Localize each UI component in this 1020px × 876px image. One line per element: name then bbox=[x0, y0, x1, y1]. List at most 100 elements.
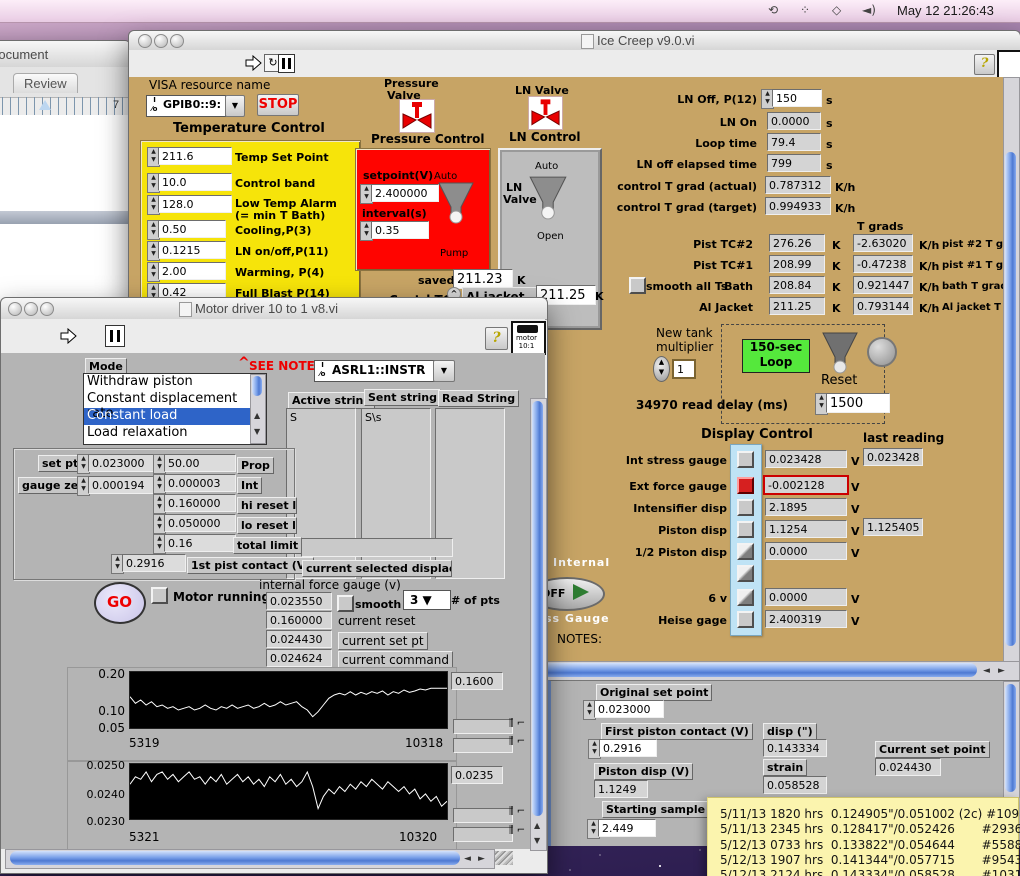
intensifier-button[interactable] bbox=[737, 499, 754, 516]
run-icon[interactable] bbox=[244, 55, 262, 71]
document-page[interactable] bbox=[0, 115, 130, 211]
dots-icon[interactable]: ⁘ bbox=[800, 3, 810, 17]
mode-item[interactable]: Withdraw piston bbox=[84, 374, 266, 391]
chart2-palette-icon[interactable]: ⫼ ⌐ bbox=[509, 806, 525, 817]
first-contact-value[interactable]: 0.2916 bbox=[599, 739, 657, 757]
six-v-button[interactable] bbox=[737, 589, 754, 606]
mode-list-scrollbar[interactable]: ▲ ▼ bbox=[250, 374, 266, 444]
motor-titlebar[interactable]: Motor driver 10 to 1 v8.vi bbox=[1, 298, 547, 320]
scroll-up-icon[interactable]: ▲ bbox=[254, 411, 260, 420]
zoom-icon[interactable] bbox=[170, 34, 184, 48]
original-set-point-value[interactable]: 0.023000 bbox=[594, 700, 664, 718]
resource-dropdown-button[interactable]: ▼ bbox=[433, 360, 455, 382]
stop-button[interactable]: STOP bbox=[257, 94, 299, 116]
reset-button[interactable] bbox=[867, 337, 897, 367]
motor-vertical-scrollbar[interactable]: ▲ ▼ bbox=[530, 398, 547, 851]
set-pt-value[interactable]: 0.023000 bbox=[88, 454, 154, 472]
run-icon[interactable] bbox=[59, 328, 77, 344]
motor-vi-icon[interactable]: motor 10:1 bbox=[511, 321, 546, 355]
scroll-right-icon[interactable]: ► bbox=[998, 666, 1005, 676]
new-tank-value[interactable]: 1 bbox=[672, 359, 696, 379]
document-splitter[interactable] bbox=[0, 211, 130, 224]
volume-icon[interactable]: ◄) bbox=[862, 3, 876, 17]
chart2-palette-icon2[interactable]: ⫼ ⌐ bbox=[509, 825, 525, 836]
temp-set-point-value[interactable]: 211.6 bbox=[158, 147, 232, 165]
chart1-cursor-box2[interactable] bbox=[453, 738, 513, 753]
help-icon[interactable]: ? bbox=[974, 54, 995, 75]
sync-icon[interactable]: ⟲ bbox=[768, 3, 778, 17]
document-titlebar[interactable]: Document bbox=[0, 41, 130, 68]
menu-clock[interactable]: May 12 21:26:43 bbox=[897, 3, 994, 18]
scroll-down-icon[interactable]: ▼ bbox=[534, 836, 540, 845]
close-icon[interactable] bbox=[8, 302, 22, 316]
ln-onoff-value[interactable]: 0.1215 bbox=[158, 241, 226, 259]
read-delay-value[interactable]: 1500 bbox=[826, 393, 890, 413]
reset-knob-icon[interactable] bbox=[821, 331, 859, 375]
int-value[interactable]: 0.000003 bbox=[164, 474, 236, 492]
scroll-up-icon[interactable]: ▲ bbox=[534, 821, 540, 830]
chart1-plot[interactable] bbox=[129, 671, 448, 729]
ln-off-value[interactable]: 150 bbox=[772, 89, 822, 107]
pause-icon[interactable] bbox=[278, 54, 295, 73]
ext-force-button[interactable] bbox=[737, 477, 754, 494]
ruler-marker-icon[interactable] bbox=[39, 100, 51, 110]
mode-listbox[interactable]: Withdraw piston Constant displacement ra… bbox=[83, 373, 267, 445]
interval-value[interactable]: 0.35 bbox=[371, 221, 429, 239]
total-limit-value[interactable]: 0.16 bbox=[164, 534, 236, 552]
loop-indicator[interactable]: 150-sec Loop bbox=[742, 339, 810, 373]
half-piston-button[interactable] bbox=[737, 543, 754, 560]
go-button[interactable]: GO bbox=[94, 582, 146, 624]
gauge-zero-value[interactable]: 0.000194 bbox=[88, 476, 154, 494]
motor-horizontal-scrollbar[interactable]: ◄ ► bbox=[5, 849, 495, 869]
chart1-palette-icon2[interactable]: ⫼ ⌐ bbox=[509, 736, 525, 747]
ice-titlebar[interactable]: Ice Creep v9.0.vi bbox=[129, 31, 1020, 51]
scroll-left-icon[interactable]: ◄ bbox=[983, 666, 990, 676]
pressure-knob-icon[interactable] bbox=[437, 181, 475, 225]
low-temp-alarm-value[interactable]: 128.0 bbox=[158, 195, 232, 213]
vi-icon[interactable] bbox=[997, 50, 1020, 80]
chart1-cursor-box1[interactable] bbox=[453, 719, 513, 734]
scroll-right-icon[interactable]: ► bbox=[478, 854, 485, 864]
piston-disp-button[interactable] bbox=[737, 521, 754, 538]
resource-input[interactable]: ASRL1::INSTR bbox=[329, 360, 436, 382]
lo-reset-value[interactable]: 0.050000 bbox=[164, 514, 236, 532]
prop-value[interactable]: 50.00 bbox=[164, 454, 236, 472]
chart1-palette-icon[interactable]: ⫼ ⌐ bbox=[509, 718, 525, 729]
contact-value[interactable]: 0.2916 bbox=[122, 554, 186, 572]
minimize-icon[interactable] bbox=[154, 34, 168, 48]
resize-grip[interactable] bbox=[495, 851, 513, 865]
tab-review[interactable]: Review bbox=[13, 73, 78, 93]
zoom-icon[interactable] bbox=[40, 302, 54, 316]
spare-button[interactable] bbox=[737, 565, 754, 582]
motor-running-checkbox[interactable] bbox=[151, 587, 168, 604]
heise-button[interactable] bbox=[737, 611, 754, 628]
close-icon[interactable] bbox=[138, 34, 152, 48]
control-band-value[interactable]: 10.0 bbox=[158, 173, 232, 191]
visa-dropdown-button[interactable]: ▼ bbox=[225, 95, 245, 117]
document-ruler[interactable]: 7 bbox=[0, 97, 130, 116]
new-tank-spinner[interactable]: ▲ ▼ bbox=[653, 356, 670, 382]
mode-item-selected[interactable]: Constant load bbox=[84, 408, 266, 425]
minimize-icon[interactable] bbox=[24, 302, 38, 316]
hi-reset-value[interactable]: 0.160000 bbox=[164, 494, 236, 512]
pause-icon[interactable] bbox=[105, 325, 125, 347]
pts-dropdown[interactable]: 3 ▼ bbox=[403, 590, 451, 610]
spaces-icon[interactable]: ◇ bbox=[832, 3, 841, 17]
smooth-all-checkbox[interactable] bbox=[629, 277, 646, 294]
chart2-plot[interactable] bbox=[129, 763, 448, 820]
ice-vertical-scrollbar[interactable] bbox=[1003, 77, 1020, 663]
chart2-cursor-box2[interactable] bbox=[453, 827, 513, 842]
setpoint-value[interactable]: 2.400000 bbox=[371, 184, 439, 202]
visa-input[interactable]: GPIB0::9: bbox=[161, 95, 226, 117]
chart2-cursor-box1[interactable] bbox=[453, 808, 513, 823]
saved-value[interactable]: 211.23 bbox=[453, 269, 513, 289]
scroll-down-icon[interactable]: ▼ bbox=[254, 427, 260, 436]
cooling-value[interactable]: 0.50 bbox=[158, 220, 226, 238]
sample-length-value[interactable]: 2.449 bbox=[598, 819, 656, 837]
int-stress-button[interactable] bbox=[737, 451, 754, 468]
warming-value[interactable]: 2.00 bbox=[158, 262, 226, 280]
scroll-left-icon[interactable]: ◄ bbox=[464, 854, 471, 864]
bottom-panel-scrollbar[interactable] bbox=[1003, 681, 1020, 798]
smooth-checkbox[interactable] bbox=[337, 595, 354, 612]
help-icon[interactable]: ? bbox=[485, 327, 508, 350]
